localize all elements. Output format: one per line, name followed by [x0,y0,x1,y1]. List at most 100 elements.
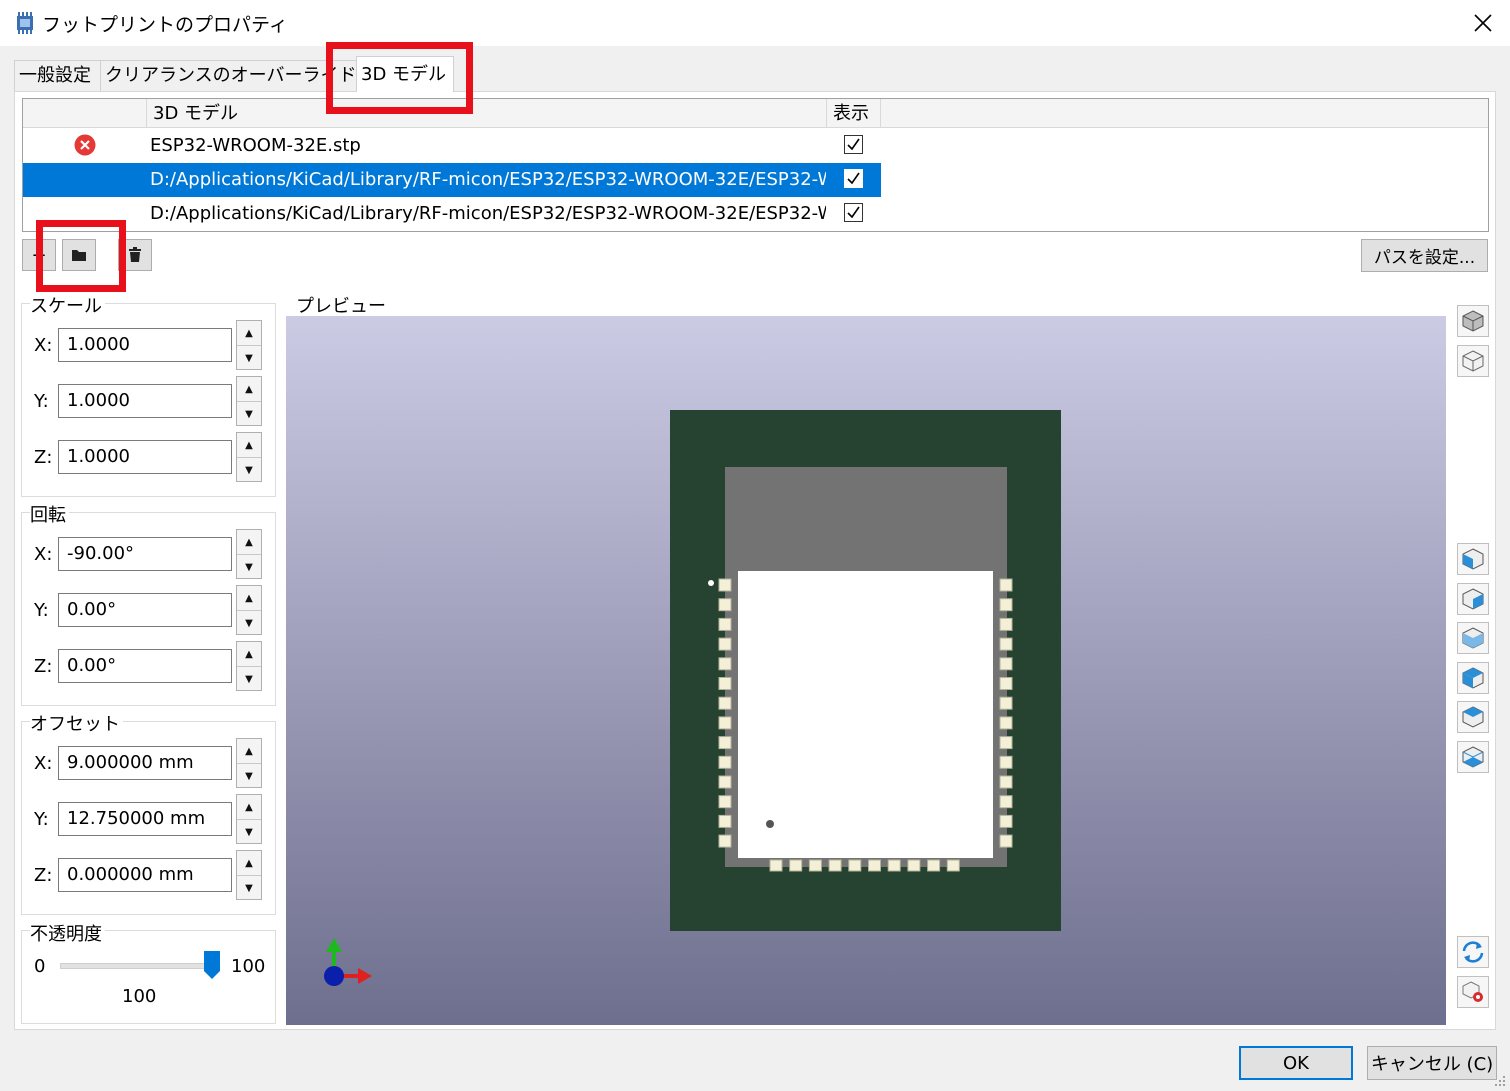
footprint-pad [718,617,732,631]
footprint-pad [907,859,921,872]
check-icon [847,172,860,185]
view-3d-solid-icon[interactable] [1457,305,1489,337]
show-checkbox[interactable] [844,169,863,188]
reload-icon[interactable] [1457,936,1489,968]
spin-down-icon[interactable]: ▼ [237,764,261,788]
spin-up-icon[interactable]: ▲ [237,530,261,555]
spin-down-icon[interactable]: ▼ [237,555,261,579]
offset-x-input[interactable]: 9.000000 mm [58,746,232,780]
view-top-icon[interactable] [1457,701,1489,733]
footprint-pad [718,736,732,750]
offset-y-spinner[interactable]: ▲ ▼ [236,794,262,844]
close-button[interactable] [1456,0,1510,46]
rotation-z-spinner[interactable]: ▲ ▼ [236,641,262,691]
show-checkbox[interactable] [844,203,863,222]
set-path-button[interactable]: パスを設定... [1361,239,1488,272]
view-right-icon[interactable] [1457,583,1489,615]
offset-z-input[interactable]: 0.000000 mm [58,858,232,892]
footprint-pad [718,775,732,789]
rotation-y-spinner[interactable]: ▲ ▼ [236,585,262,635]
offset-z-spinner[interactable]: ▲ ▼ [236,850,262,900]
title-bar: フットプリントのプロパティ [0,0,1510,46]
footprint-pad [999,716,1013,730]
table-row[interactable]: D:/Applications/KiCad/Library/RF-micon/E… [23,163,881,197]
footprint-pad [718,696,732,710]
view-front-icon[interactable] [1457,622,1489,654]
opacity-value: 100 [122,986,157,1007]
view-left-icon[interactable] [1457,543,1489,575]
spin-down-icon[interactable]: ▼ [237,820,261,844]
rotation-z-input[interactable]: 0.00° [58,649,232,683]
table-header-model[interactable]: 3D モデル [147,99,827,128]
view-3d-wireframe-icon[interactable] [1457,345,1489,377]
offset-y-label: Y: [34,809,49,830]
scale-y-label: Y: [34,391,49,412]
spin-up-icon[interactable]: ▲ [237,739,261,764]
table-row[interactable]: ESP32-WROOM-32E.stp [23,129,881,163]
rotation-x-input[interactable]: -90.00° [58,537,232,571]
offset-z-label: Z: [34,865,53,886]
highlight-browse-button [36,220,126,292]
footprint-pad [999,795,1013,809]
spin-up-icon[interactable]: ▲ [237,433,261,458]
scale-y-input[interactable]: 1.0000 [58,384,232,418]
footprint-pad [848,859,862,872]
footprint-pad [999,834,1013,848]
settings-3d-icon[interactable] [1457,976,1489,1008]
offset-title: オフセット [30,710,123,736]
spin-down-icon[interactable]: ▼ [237,611,261,635]
scale-z-spinner[interactable]: ▲ ▼ [236,432,262,482]
footprint-pad [718,834,732,848]
view-bottom-icon[interactable] [1457,741,1489,773]
tab-general[interactable]: 一般設定 [14,60,108,91]
footprint-pad [999,578,1013,592]
check-icon [847,138,860,151]
error-icon [74,134,96,156]
rotation-y-input[interactable]: 0.00° [58,593,232,627]
resize-grip-icon[interactable] [1494,1072,1506,1086]
spin-down-icon[interactable]: ▼ [237,667,261,691]
ok-button[interactable]: OK [1239,1046,1353,1080]
spin-down-icon[interactable]: ▼ [237,876,261,900]
footprint-pad [999,657,1013,671]
footprint-pad [999,696,1013,710]
rotation-z-label: Z: [34,656,53,677]
footprint-3d-render [324,410,1061,986]
opacity-slider-thumb[interactable] [204,951,220,979]
footprint-pad [946,859,960,872]
cancel-button[interactable]: キャンセル (C) [1367,1046,1497,1080]
spin-up-icon[interactable]: ▲ [237,642,261,667]
tab-clearance[interactable]: クリアランスのオーバーライドと設定 [100,60,410,91]
spin-down-icon[interactable]: ▼ [237,402,261,426]
spin-down-icon[interactable]: ▼ [237,458,261,482]
footprint-pad [999,637,1013,651]
scale-x-input[interactable]: 1.0000 [58,328,232,362]
spin-up-icon[interactable]: ▲ [237,851,261,876]
model-path: ESP32-WROOM-32E.stp [150,135,361,156]
spin-up-icon[interactable]: ▲ [237,377,261,402]
table-header-show[interactable]: 表示 [827,99,881,128]
offset-x-spinner[interactable]: ▲ ▼ [236,738,262,788]
scale-x-spinner[interactable]: ▲ ▼ [236,320,262,370]
3d-preview-canvas[interactable] [286,316,1446,1025]
footprint-pad [718,598,732,612]
view-back-icon[interactable] [1457,662,1489,694]
offset-y-input[interactable]: 12.750000 mm [58,802,232,836]
spin-up-icon[interactable]: ▲ [237,321,261,346]
footprint-pad [718,755,732,769]
footprint-pad [927,859,941,872]
rotation-x-spinner[interactable]: ▲ ▼ [236,529,262,579]
spin-up-icon[interactable]: ▲ [237,586,261,611]
table-row[interactable]: D:/Applications/KiCad/Library/RF-micon/E… [23,197,881,231]
spin-up-icon[interactable]: ▲ [237,795,261,820]
show-checkbox[interactable] [844,135,863,154]
offset-x-label: X: [34,753,53,774]
spin-down-icon[interactable]: ▼ [237,346,261,370]
opacity-slider-track[interactable] [60,963,214,969]
footprint-pad [999,617,1013,631]
scale-y-spinner[interactable]: ▲ ▼ [236,376,262,426]
scale-z-input[interactable]: 1.0000 [58,440,232,474]
scale-x-label: X: [34,335,53,356]
footprint-pad [718,814,732,828]
preview-title: プレビュー [296,296,386,317]
